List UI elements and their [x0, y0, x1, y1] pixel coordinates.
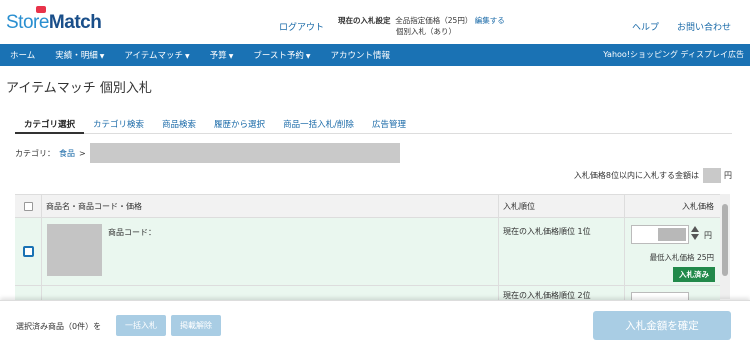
- min-bid-price: 最低入札価格 25円: [649, 253, 714, 262]
- nav-home[interactable]: ホーム: [0, 49, 45, 61]
- chevron-down-icon: ▼: [99, 53, 105, 60]
- header-price: 入札価格: [624, 195, 720, 217]
- nav-home-label: ホーム: [10, 51, 36, 61]
- bulk-bid-button[interactable]: 一括入札: [116, 315, 166, 336]
- tab-bulk-bid-delete[interactable]: 商品一括入札/削除: [274, 110, 363, 134]
- tab-category-search[interactable]: カテゴリ検索: [84, 110, 153, 134]
- top8-bid-note: 入札価格8位以内に入札する金額は 円: [574, 168, 732, 183]
- nav-itemmatch[interactable]: アイテムマッチ ▼: [114, 49, 199, 61]
- storematch-logo[interactable]: StoreMatch: [6, 12, 102, 34]
- selected-count: 選択済み商品（0件）を: [16, 322, 102, 331]
- top8-bid-note-text: 入札価格8位以内に入札する金額は: [573, 171, 699, 180]
- bid-mode: 個別入札（あり）: [396, 27, 456, 36]
- bid-price-input[interactable]: [631, 225, 689, 244]
- tab-ad-management[interactable]: 広告管理: [363, 110, 415, 134]
- redacted-price: [658, 228, 686, 241]
- help-link[interactable]: ヘルプ: [632, 20, 659, 33]
- logo-store-text: Store: [6, 12, 49, 33]
- logo-badge-icon: [36, 6, 46, 13]
- product-table: 商品名・商品コード・価格 入札順位 入札価格 商品コード： 現在の入札価格順位 …: [15, 194, 720, 306]
- table-header: 商品名・商品コード・価格 入札順位 入札価格: [15, 194, 720, 218]
- nav-itemmatch-label: アイテムマッチ: [124, 51, 184, 61]
- bid-setting-label: 現在の入札設定: [338, 16, 391, 25]
- action-footer: 選択済み商品（0件）を 一括入札 掲載解除 入札金額を確定: [0, 300, 750, 349]
- row-checkbox[interactable]: [22, 246, 34, 257]
- main-nav: ホーム 実績・明細 ▼ アイテムマッチ ▼ 予算 ▼ ブースト予約 ▼ アカウント情報 …: [0, 44, 750, 66]
- status-badge: 入札済み: [673, 267, 715, 282]
- top-header: StoreMatch ログアウト 現在の入札設定 全品指定価格（25円） 編集す…: [0, 0, 750, 44]
- stepper-up-icon[interactable]: [691, 226, 699, 232]
- header-name: 商品名・商品コード・価格: [41, 195, 498, 217]
- header-rank: 入札順位: [498, 195, 624, 217]
- bid-price-stepper[interactable]: [691, 225, 700, 244]
- breadcrumb-separator: >: [79, 148, 86, 158]
- nav-account[interactable]: アカウント情報: [321, 49, 401, 61]
- nav-budget-label: 予算: [209, 51, 227, 61]
- tab-product-search[interactable]: 商品検索: [153, 110, 205, 134]
- redacted-amount: [703, 168, 721, 183]
- redacted-subcategory: [89, 143, 400, 163]
- current-rank: 現在の入札価格順位 1位: [498, 218, 624, 285]
- cancel-listing-button[interactable]: 掲載解除: [171, 315, 221, 336]
- contact-link[interactable]: お問い合わせ: [677, 20, 731, 33]
- table-row: 商品コード： 現在の入札価格順位 1位 円 最低入札価格 25円 入札済み: [15, 218, 720, 286]
- table-scrollbar[interactable]: [720, 194, 730, 299]
- top8-bid-note-unit: 円: [724, 171, 732, 180]
- bid-price-cell: 円 最低入札価格 25円 入札済み: [624, 218, 720, 285]
- header-check-cell: [15, 201, 41, 211]
- tab-history-select[interactable]: 履歴から選択: [205, 110, 274, 134]
- scrollbar-thumb[interactable]: [722, 204, 728, 276]
- row-check-cell: [15, 218, 41, 285]
- category-breadcrumb: カテゴリ： 食品 >: [15, 143, 400, 163]
- nav-results-label: 実績・明細: [55, 51, 98, 61]
- chevron-down-icon: ▼: [228, 53, 234, 60]
- category-label: カテゴリ：: [15, 148, 55, 158]
- confirm-bid-button[interactable]: 入札金額を確定: [593, 311, 731, 340]
- page-title: アイテムマッチ 個別入札: [6, 81, 152, 96]
- nav-boost-label: ブースト予約: [253, 51, 304, 61]
- nav-boost[interactable]: ブースト予約 ▼: [243, 49, 320, 61]
- product-cell: 商品コード：: [41, 218, 498, 285]
- nav-results[interactable]: 実績・明細 ▼: [45, 49, 114, 61]
- chevron-down-icon: ▼: [305, 53, 311, 60]
- logout-link[interactable]: ログアウト: [279, 20, 324, 33]
- nav-account-label: アカウント情報: [330, 51, 391, 61]
- chevron-down-icon: ▼: [185, 53, 190, 60]
- product-code-label: 商品コード：: [108, 228, 156, 237]
- current-bid-setting: 現在の入札設定 全品指定価格（25円） 編集する 個別入札（あり）: [338, 15, 505, 37]
- yen-unit: 円: [704, 231, 712, 240]
- nav-budget[interactable]: 予算 ▼: [200, 49, 244, 61]
- category-food-link[interactable]: 食品: [59, 148, 75, 159]
- select-all-checkbox[interactable]: [23, 201, 33, 211]
- stepper-down-icon[interactable]: [691, 234, 699, 240]
- nav-yahoo-display-ads[interactable]: Yahoo!ショッピング ディスプレイ広告: [603, 44, 744, 66]
- tab-category-select[interactable]: カテゴリ選択: [15, 110, 85, 134]
- tab-bar: カテゴリ選択 カテゴリ検索 商品検索 履歴から選択 商品一括入札/削除 広告管理: [15, 110, 732, 134]
- logo-match-text: Match: [48, 12, 102, 33]
- bid-setting-value: 全品指定価格（25円）: [395, 16, 473, 25]
- edit-bid-setting-link[interactable]: 編集する: [475, 16, 505, 25]
- product-thumbnail: [47, 224, 102, 276]
